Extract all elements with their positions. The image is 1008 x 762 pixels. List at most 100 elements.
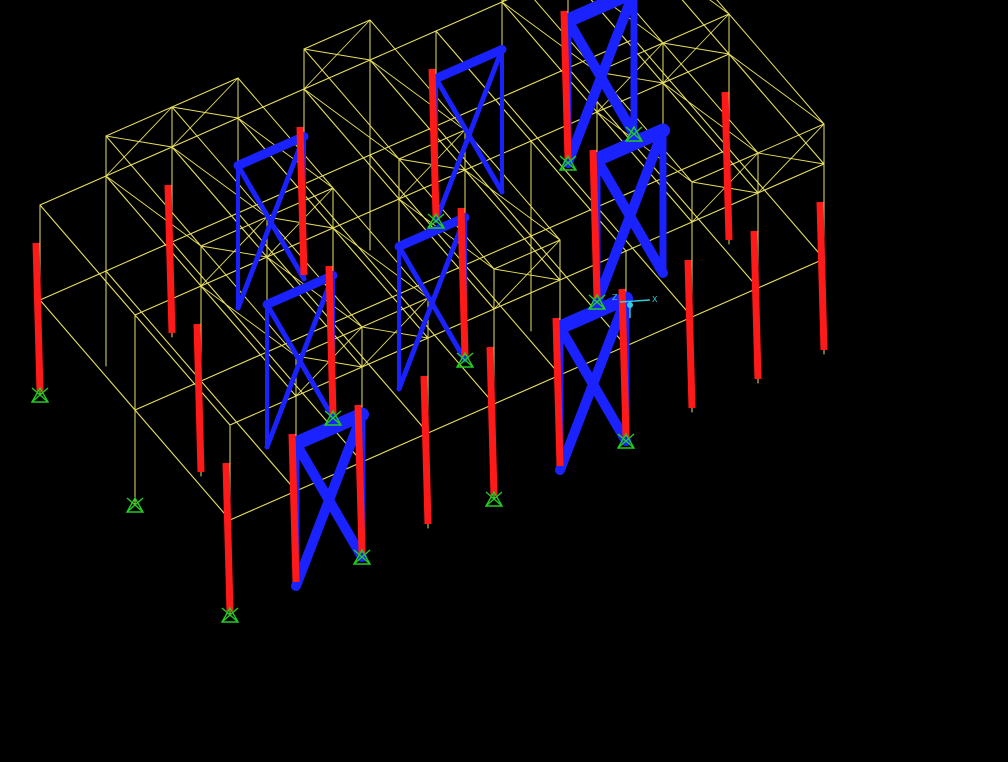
beam-long xyxy=(369,30,437,61)
beam-cross xyxy=(200,380,297,492)
column xyxy=(457,207,469,357)
beam-long xyxy=(398,264,466,295)
truss-cross xyxy=(105,135,202,247)
axis-x-label: X xyxy=(652,295,658,304)
beam-long xyxy=(530,206,598,237)
beam-long xyxy=(501,67,569,98)
beam-long xyxy=(662,148,730,179)
axis-z-label: Z xyxy=(612,293,618,302)
truss-chord xyxy=(662,13,730,44)
beam-long xyxy=(39,270,107,301)
truss-diagonal xyxy=(266,256,363,328)
column xyxy=(560,10,572,160)
column xyxy=(486,346,498,496)
beam-long xyxy=(171,117,239,148)
column xyxy=(420,375,432,525)
beam-long xyxy=(266,322,334,353)
beam-long xyxy=(369,125,437,156)
column xyxy=(164,184,176,334)
beam-long xyxy=(662,53,730,84)
beam-cross xyxy=(171,241,268,353)
structural-model-viewport[interactable]: X Z xyxy=(0,0,1008,762)
beam-long xyxy=(229,490,297,521)
beam-cross xyxy=(105,270,202,382)
beam-long xyxy=(171,212,239,243)
beam-cross xyxy=(728,53,825,165)
beam-long xyxy=(464,235,532,266)
beam-long xyxy=(435,96,503,127)
beam-long xyxy=(105,241,173,272)
beam-cross xyxy=(134,314,231,426)
truss-chord xyxy=(303,19,371,50)
truss-cross xyxy=(303,48,400,160)
beam-cross xyxy=(105,175,202,287)
truss-cross xyxy=(716,0,730,15)
column xyxy=(552,317,564,467)
truss-cross xyxy=(398,158,495,270)
beam-cross xyxy=(464,169,561,281)
truss-diagonal xyxy=(757,152,825,165)
beam-long xyxy=(237,88,305,119)
beam-cross xyxy=(134,409,231,521)
beam-long xyxy=(134,380,202,411)
truss-diagonal xyxy=(303,88,400,160)
beam-long xyxy=(493,374,561,405)
truss-diagonal xyxy=(105,135,173,148)
beam-long xyxy=(361,432,429,463)
truss-chord xyxy=(200,216,268,247)
beam-cross xyxy=(398,198,495,310)
beam-long xyxy=(303,59,371,90)
truss-chord xyxy=(757,123,825,154)
truss-diagonal xyxy=(398,198,495,270)
column xyxy=(32,242,44,392)
truss-cross xyxy=(728,13,825,125)
truss-diagonal xyxy=(237,117,334,189)
column xyxy=(816,201,828,351)
axis-origin xyxy=(627,302,633,308)
column xyxy=(428,68,440,218)
beam-long xyxy=(200,351,268,382)
structure-3d-view[interactable]: X Z xyxy=(0,0,1008,762)
beam-cross xyxy=(464,264,561,376)
truss-cross xyxy=(464,129,561,241)
column xyxy=(618,288,630,438)
beam-long xyxy=(332,198,400,229)
beam-long xyxy=(691,287,759,318)
beam-long xyxy=(757,258,825,289)
column xyxy=(288,433,300,583)
column xyxy=(325,265,337,415)
truss-cross xyxy=(237,77,334,189)
beam-long xyxy=(435,1,503,32)
column xyxy=(222,462,234,612)
column xyxy=(354,404,366,554)
column xyxy=(684,259,696,409)
brace-diagonal xyxy=(555,322,631,446)
beam-long xyxy=(237,183,305,214)
beam-cross xyxy=(237,117,334,229)
truss-diagonal xyxy=(105,175,202,247)
beam-long xyxy=(493,279,561,310)
beam-cross xyxy=(39,299,136,411)
beam-cross xyxy=(39,204,136,316)
beam-cross xyxy=(435,30,532,142)
beam-cross xyxy=(662,82,759,194)
truss-diagonal xyxy=(464,169,561,241)
column xyxy=(750,230,762,380)
truss-diagonal xyxy=(709,0,730,15)
beam-long xyxy=(303,154,371,185)
beam-long xyxy=(39,175,107,206)
truss-cross xyxy=(662,42,759,154)
beam-cross xyxy=(303,88,400,200)
beam-long xyxy=(625,316,693,347)
column xyxy=(296,126,308,276)
support-symbols xyxy=(30,125,644,623)
truss-chord xyxy=(171,77,239,108)
beam-cross xyxy=(728,148,825,260)
brace-diagonal xyxy=(291,438,367,562)
beam-cross xyxy=(266,256,363,368)
truss-cross xyxy=(266,216,363,328)
truss-chord xyxy=(105,106,173,137)
truss-diagonal xyxy=(303,48,371,61)
beam-long xyxy=(332,293,400,324)
truss-diagonal xyxy=(662,42,730,55)
